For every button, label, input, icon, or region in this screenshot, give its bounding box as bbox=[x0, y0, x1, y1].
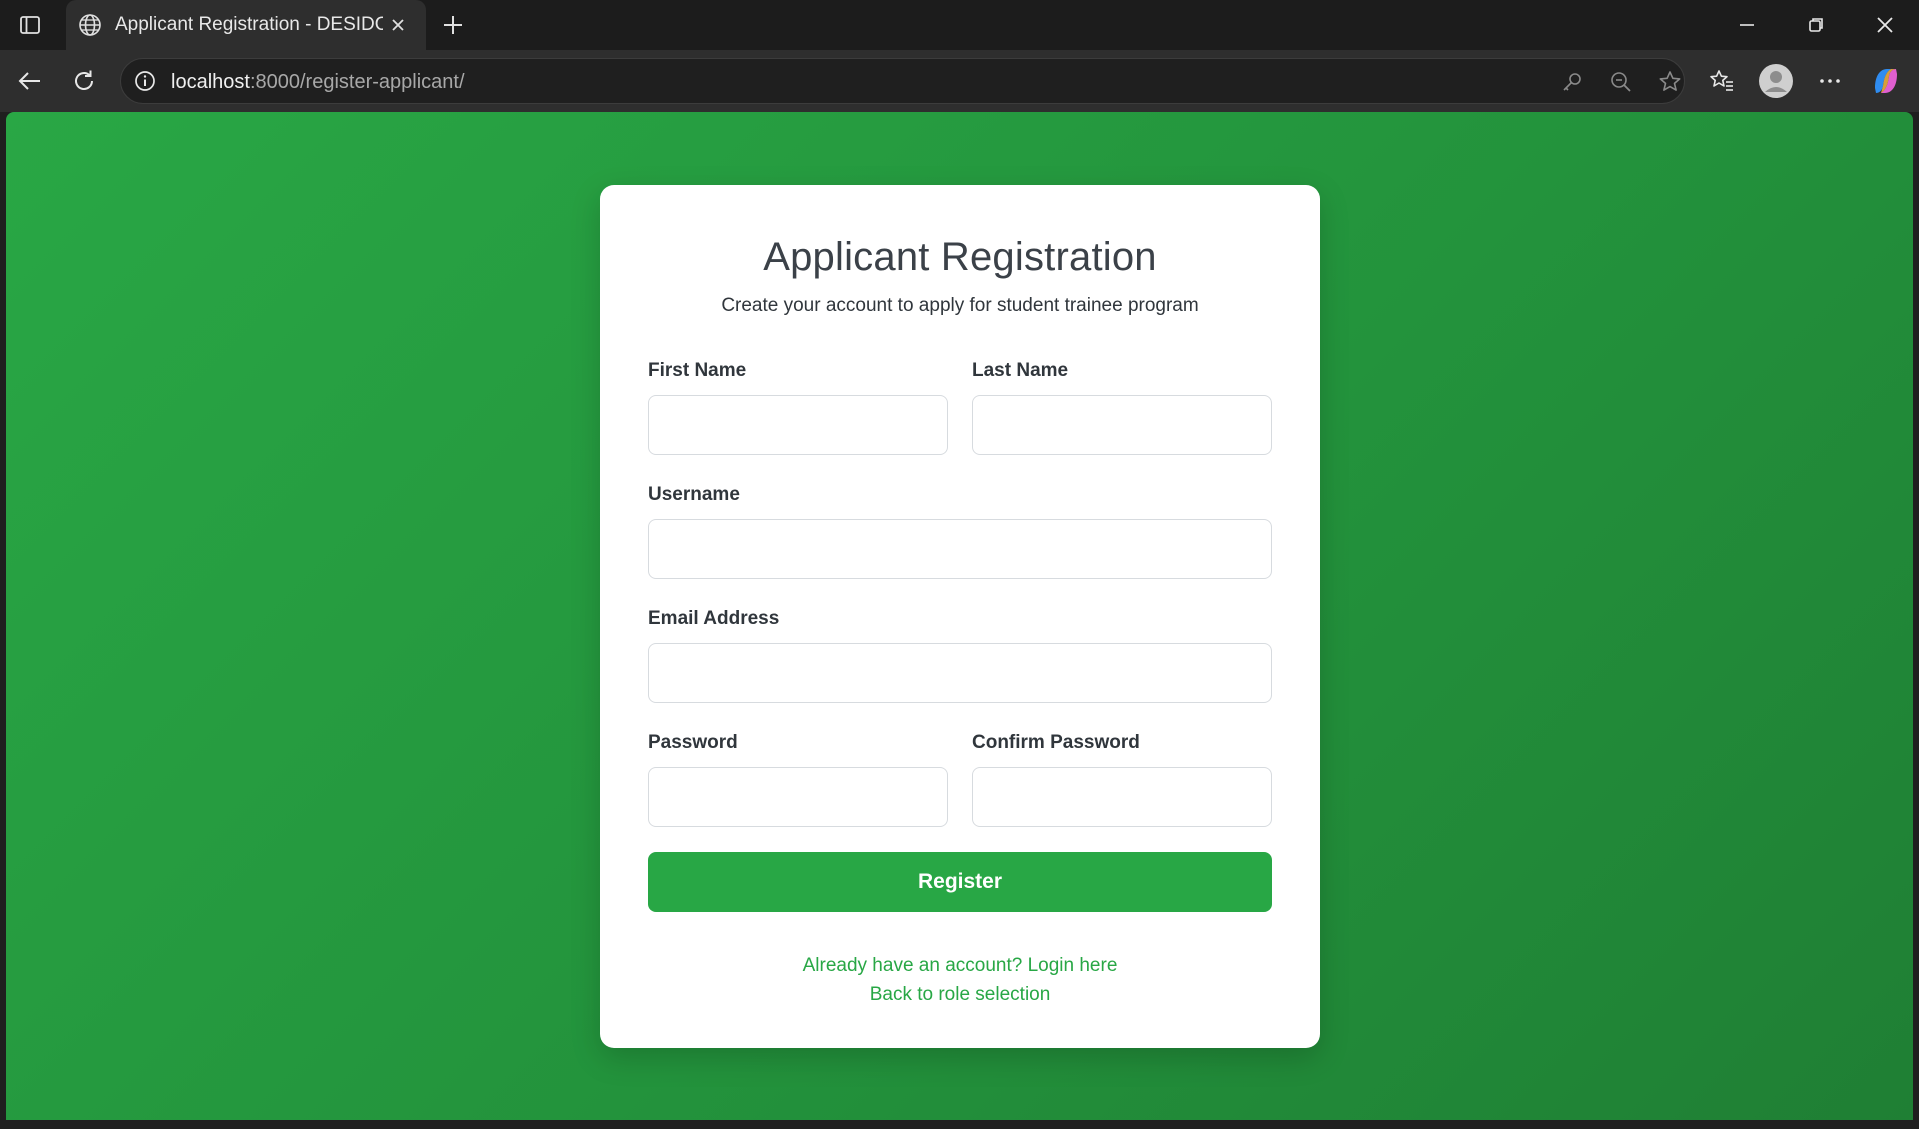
url-text[interactable]: localhost:8000/register-applicant/ bbox=[171, 71, 465, 94]
new-tab-icon[interactable] bbox=[438, 10, 468, 40]
page-title: Applicant Registration bbox=[763, 235, 1157, 279]
key-icon[interactable] bbox=[1559, 69, 1585, 95]
confirm-password-label: Confirm Password bbox=[972, 732, 1140, 753]
email-input[interactable] bbox=[648, 643, 1272, 703]
url-path: :8000/register-applicant/ bbox=[249, 71, 465, 93]
globe-icon bbox=[76, 11, 104, 39]
page-background: Applicant Registration Create your accou… bbox=[6, 112, 1913, 1120]
restore-icon[interactable] bbox=[1794, 8, 1838, 42]
registration-card: Applicant Registration Create your accou… bbox=[600, 185, 1320, 1048]
tab-title: Applicant Registration - DESIDOC bbox=[115, 14, 383, 35]
close-window-icon[interactable] bbox=[1863, 8, 1907, 42]
password-input[interactable] bbox=[648, 767, 948, 827]
back-to-role-selection-link[interactable]: Back to role selection bbox=[600, 984, 1320, 1006]
confirm-password-input[interactable] bbox=[972, 767, 1272, 827]
reload-icon[interactable] bbox=[66, 63, 102, 99]
tab-strip: Applicant Registration - DESIDOC bbox=[0, 0, 1919, 50]
page-subtitle: Create your account to apply for student… bbox=[721, 295, 1199, 316]
address-bar[interactable]: localhost:8000/register-applicant/ bbox=[120, 58, 1685, 104]
browser-toolbar: localhost:8000/register-applicant/ bbox=[0, 50, 1919, 112]
first-name-label: First Name bbox=[648, 360, 747, 381]
email-label: Email Address bbox=[648, 608, 780, 629]
minimize-icon[interactable] bbox=[1725, 8, 1769, 42]
password-label: Password bbox=[648, 732, 738, 753]
active-tab[interactable]: Applicant Registration - DESIDOC bbox=[66, 0, 426, 50]
favorites-icon[interactable] bbox=[1704, 63, 1740, 99]
site-info-icon[interactable] bbox=[133, 69, 157, 93]
login-link[interactable]: Already have an account? Login here bbox=[600, 955, 1320, 977]
profile-avatar-icon[interactable] bbox=[1758, 63, 1794, 99]
favorite-star-icon[interactable] bbox=[1657, 69, 1683, 95]
back-arrow-icon[interactable] bbox=[12, 63, 48, 99]
register-button[interactable]: Register bbox=[648, 852, 1272, 912]
first-name-input[interactable] bbox=[648, 395, 948, 455]
zoom-out-icon[interactable] bbox=[1608, 69, 1634, 95]
url-host: localhost bbox=[171, 71, 250, 93]
username-label: Username bbox=[648, 484, 740, 505]
last-name-input[interactable] bbox=[972, 395, 1272, 455]
tab-actions-icon[interactable] bbox=[14, 10, 46, 40]
last-name-label: Last Name bbox=[972, 360, 1069, 381]
username-input[interactable] bbox=[648, 519, 1272, 579]
copilot-icon[interactable] bbox=[1868, 63, 1904, 99]
more-options-icon[interactable] bbox=[1812, 63, 1848, 99]
close-tab-icon[interactable] bbox=[386, 13, 410, 37]
